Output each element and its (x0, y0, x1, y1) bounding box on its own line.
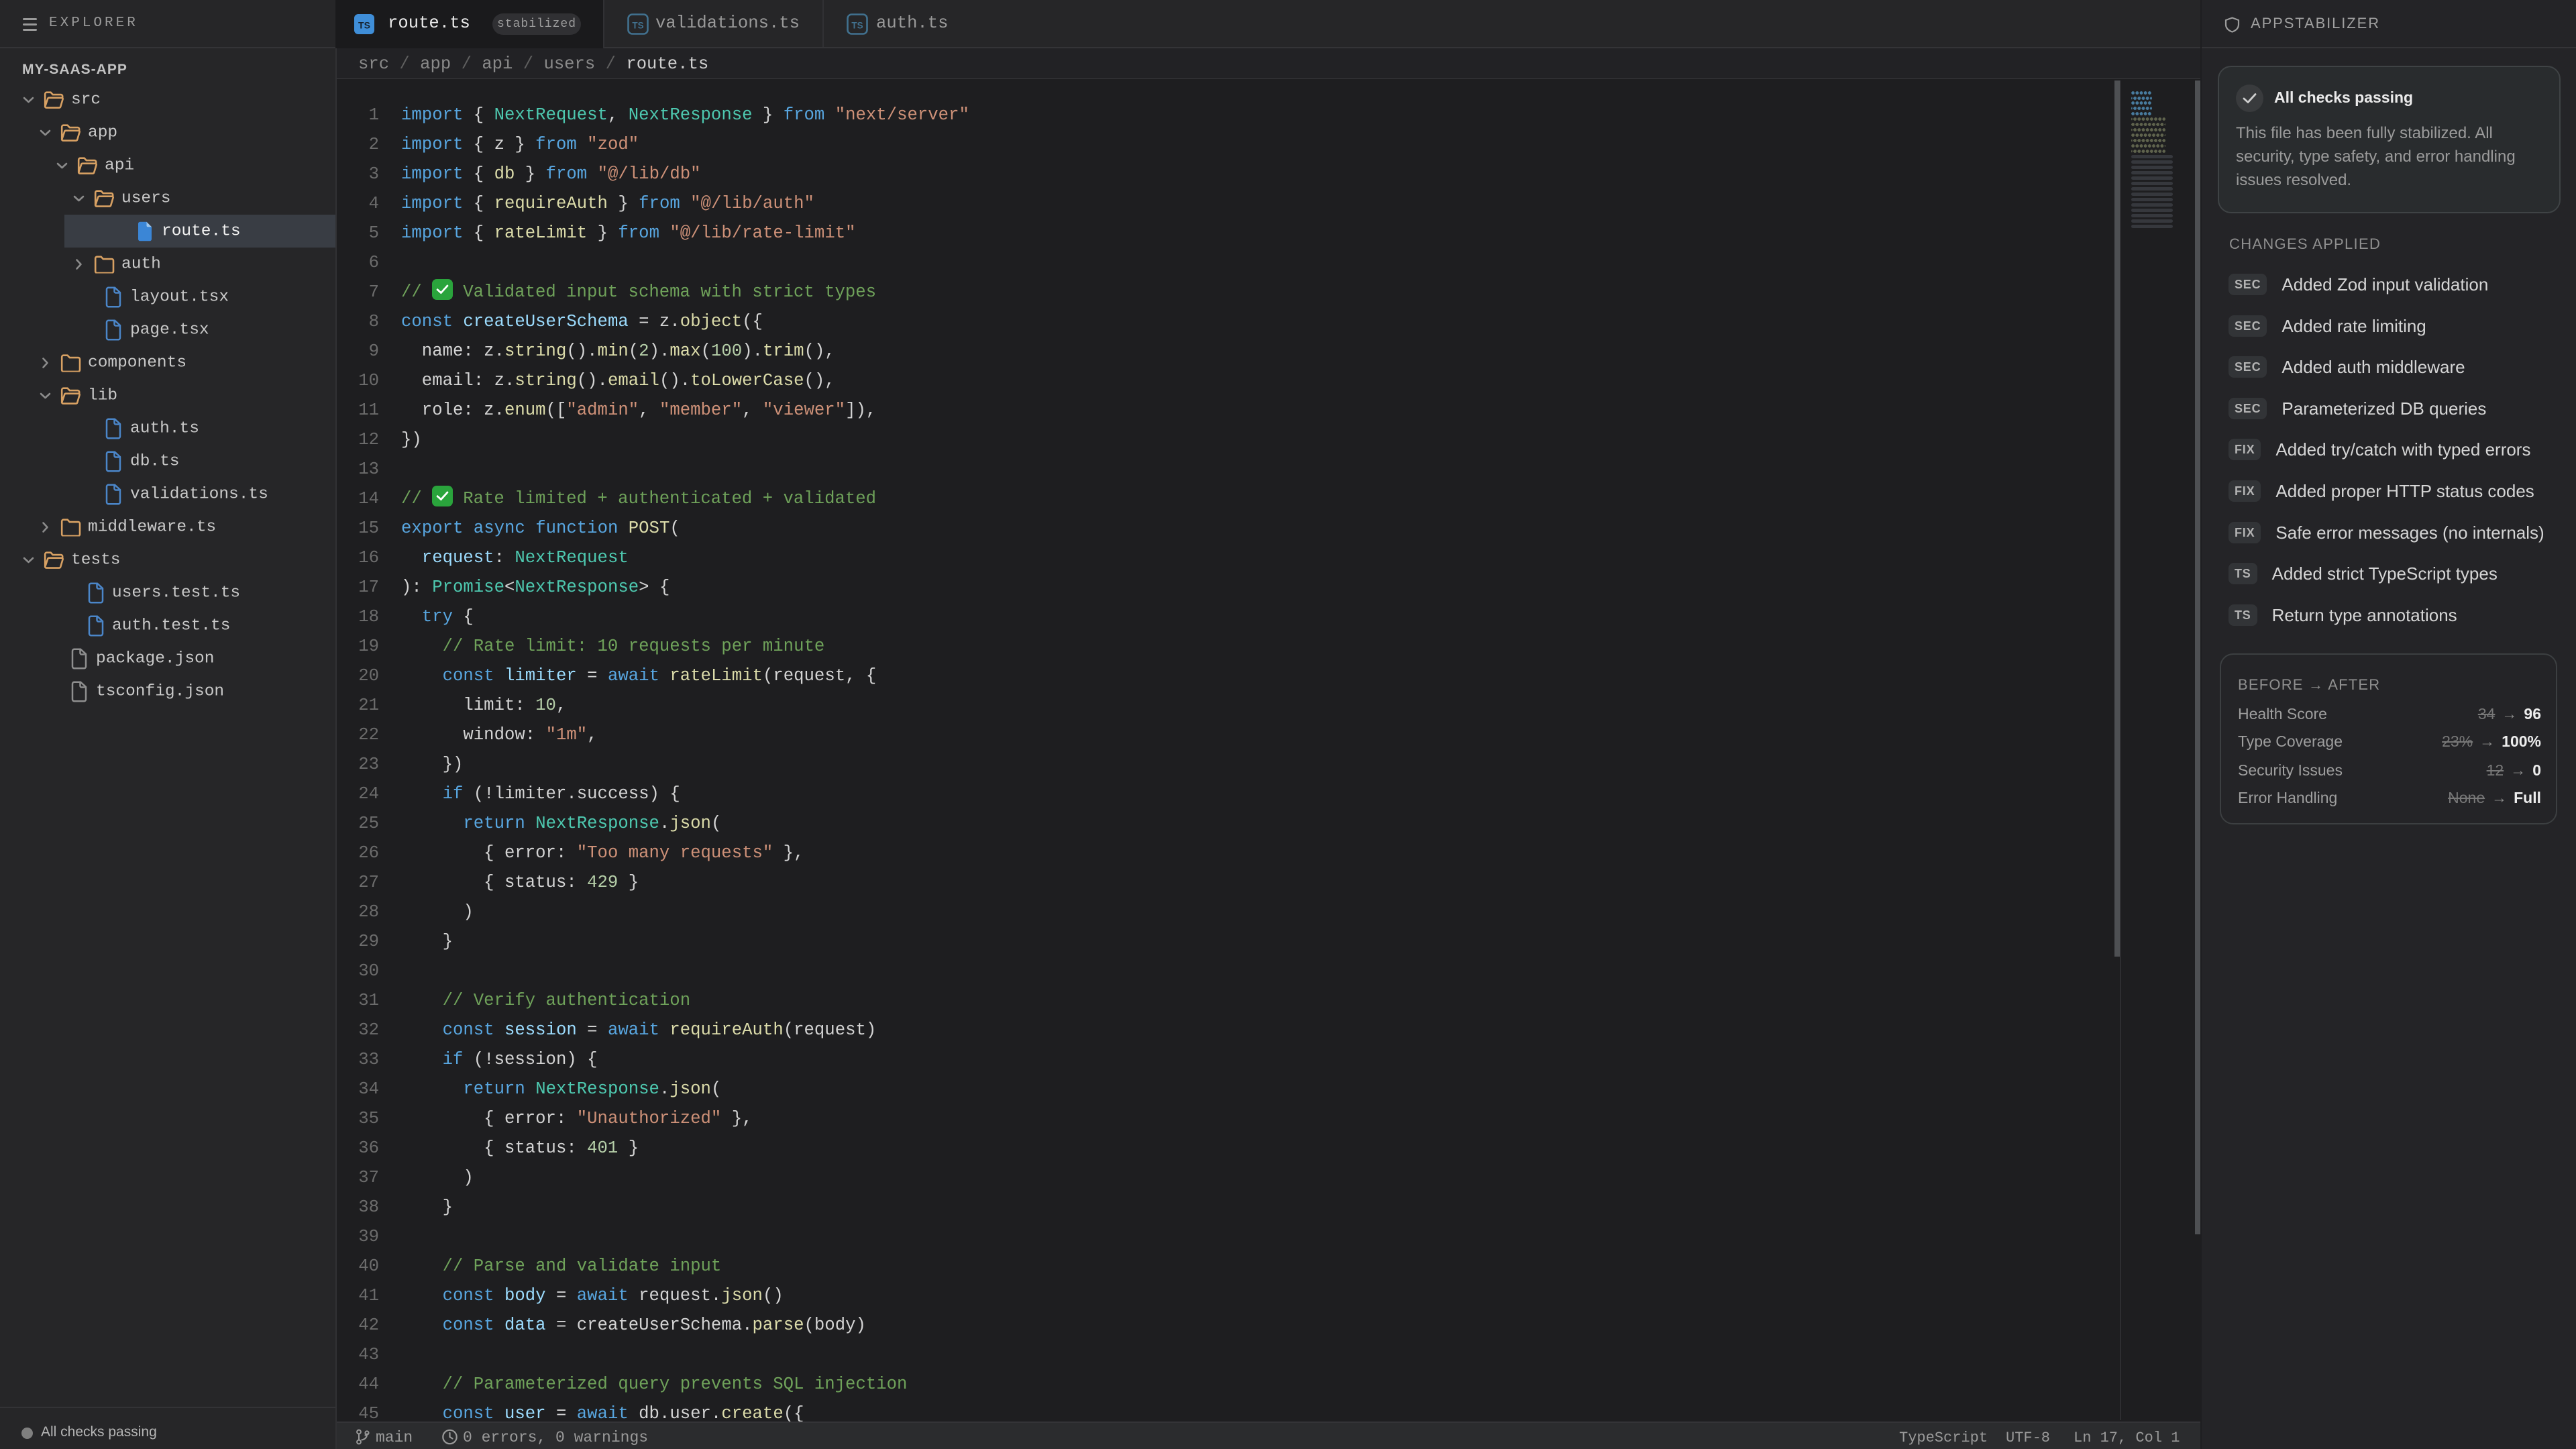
svg-text:TS: TS (358, 20, 370, 31)
svg-text:TS: TS (851, 21, 863, 31)
svg-text:TS: TS (632, 21, 643, 31)
